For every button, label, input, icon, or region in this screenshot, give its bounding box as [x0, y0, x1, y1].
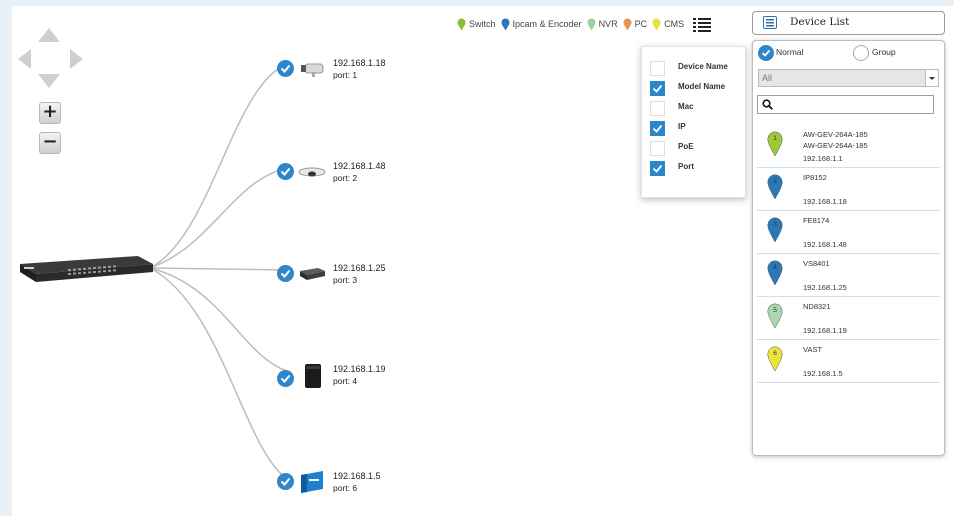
node-ip: 192.168.1.19	[333, 364, 386, 374]
column-option-label: Model Name	[678, 82, 726, 91]
legend-nvr: NVR	[587, 18, 618, 31]
device-ip: 192.168.1.19	[803, 326, 847, 335]
column-option-label: IP	[678, 122, 686, 131]
device-model: VS8401	[803, 259, 830, 268]
device-list-toggle-button[interactable]: Device List	[752, 11, 945, 35]
legend-label: Ipcam & Encoder	[512, 19, 582, 29]
column-option-mac[interactable]: Mac	[650, 101, 745, 116]
video-encoder-icon	[300, 268, 325, 280]
node-check-icon[interactable]	[277, 473, 294, 490]
legend-pc: PC	[623, 18, 648, 31]
pin-number: 6	[773, 350, 777, 357]
device-ip: 192.168.1.1	[803, 154, 843, 163]
node-port: port: 3	[333, 275, 358, 285]
column-chooser-popup: Device Name Model Name Mac IP PoE Port	[641, 46, 746, 198]
checkbox[interactable]	[650, 81, 665, 96]
node-port: port: 2	[333, 173, 358, 183]
filter-value: All	[762, 73, 773, 83]
device-model: AW-GEV-264A-185	[803, 130, 868, 139]
device-ip: 192.168.1.48	[803, 240, 847, 249]
device-list-row[interactable]: 3 FE8174 192.168.1.48	[757, 211, 940, 254]
device-list-title: Device List	[790, 16, 850, 28]
node-ip: 192.168.1.18	[333, 58, 386, 68]
column-option-label: Device Name	[678, 62, 728, 71]
checkbox[interactable]	[650, 61, 665, 76]
device-ip: 192.168.1.18	[803, 197, 847, 206]
legend-ipcam: Ipcam & Encoder	[501, 18, 582, 31]
node-port: port: 1	[333, 70, 358, 80]
legend-label: NVR	[598, 19, 618, 29]
camera-bullet-icon	[301, 63, 324, 77]
device-list-row[interactable]: 4 VS8401 192.168.1.25	[757, 254, 940, 297]
node-check-icon[interactable]	[277, 60, 294, 77]
column-option-port[interactable]: Port	[650, 161, 745, 176]
switch-device-icon[interactable]	[16, 252, 154, 288]
column-option-ip[interactable]: IP	[650, 121, 745, 136]
device-filter-select[interactable]: All	[758, 69, 939, 87]
pin-number: 1	[773, 135, 777, 142]
column-option-model-name[interactable]: Model Name	[650, 81, 745, 96]
pin-number: 4	[773, 264, 777, 271]
node-ip: 192.168.1.25	[333, 263, 386, 273]
chevron-down-icon	[929, 77, 935, 80]
device-ip: 192.168.1.5	[803, 369, 843, 378]
search-icon	[762, 99, 773, 110]
device-list-row[interactable]: 6 VAST 192.168.1.5	[757, 340, 940, 383]
column-list-icon[interactable]	[693, 17, 712, 32]
device-list-row[interactable]: 1 AW-GEV-264A-185 AW-GEV-264A-185 192.168.1…	[757, 125, 940, 168]
device-search-input[interactable]	[757, 95, 934, 114]
switch-pin-icon	[457, 18, 466, 30]
device-list-row[interactable]: 5 ND8321 192.168.1.19	[757, 297, 940, 340]
node-check-icon[interactable]	[277, 370, 294, 387]
camera-fisheye-icon	[298, 167, 326, 177]
device-list-row[interactable]: 2 IP8152 192.168.1.18	[757, 168, 940, 211]
checkbox[interactable]	[650, 141, 665, 156]
node-check-icon[interactable]	[277, 265, 294, 282]
device-model: FE8174	[803, 216, 830, 225]
column-option-label: PoE	[678, 142, 694, 151]
legend-cms: CMS	[652, 18, 684, 31]
group-view-label: Group	[872, 47, 896, 57]
device-list-panel: Normal Group All 1 AW-GEV-264A-185 AW-GEV-…	[752, 40, 945, 456]
legend-label: CMS	[664, 19, 685, 29]
pin-number: 5	[773, 307, 777, 314]
node-check-icon[interactable]	[277, 163, 294, 180]
device-ip: 192.168.1.25	[803, 283, 847, 292]
nvr-pin-icon	[587, 18, 596, 30]
ipcam-pin-icon	[501, 18, 510, 30]
cms-software-icon	[301, 471, 323, 493]
pin-number: 2	[773, 178, 777, 185]
nvr-icon	[305, 364, 321, 388]
column-option-label: Port	[678, 162, 694, 171]
pin-number: 3	[773, 221, 777, 228]
cms-pin-icon	[652, 18, 661, 30]
legend-switch: Switch	[457, 18, 496, 31]
device-model: ND8321	[803, 302, 831, 311]
node-ip: 192.168.1.48	[333, 161, 386, 171]
dropdown-button[interactable]	[925, 70, 938, 86]
device-name: AW-GEV-264A-185	[803, 141, 868, 150]
checkbox[interactable]	[650, 101, 665, 116]
list-icon	[763, 16, 777, 29]
legend-label: PC	[634, 19, 648, 29]
column-option-device-name[interactable]: Device Name	[650, 61, 745, 76]
pc-pin-icon	[623, 18, 632, 30]
device-type-legend: Switch Ipcam & Encoder NVR PC CMS	[457, 14, 712, 34]
legend-label: Switch	[469, 19, 496, 29]
node-port: port: 6	[333, 483, 358, 493]
checkbox[interactable]	[650, 121, 665, 136]
device-model: IP8152	[803, 173, 827, 182]
column-option-poe[interactable]: PoE	[650, 141, 745, 156]
normal-view-label: Normal	[776, 47, 804, 57]
checkbox[interactable]	[650, 161, 665, 176]
node-port: port: 4	[333, 376, 358, 386]
group-view-radio[interactable]	[853, 45, 869, 61]
column-option-label: Mac	[678, 102, 694, 111]
normal-view-radio[interactable]	[758, 45, 774, 61]
node-ip: 192.168.1.5	[333, 471, 381, 481]
device-model: VAST	[803, 345, 823, 354]
